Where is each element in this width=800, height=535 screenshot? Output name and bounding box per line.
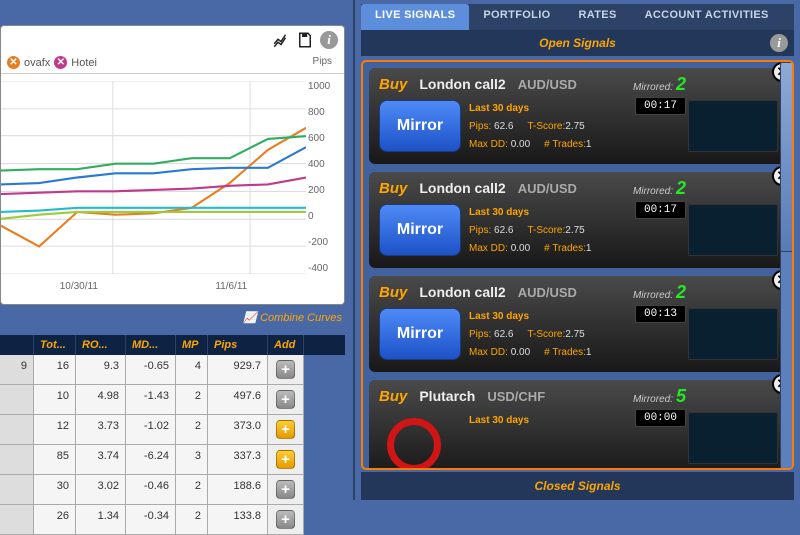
column-header[interactable] <box>0 335 34 355</box>
add-button[interactable]: + <box>276 390 295 409</box>
close-trader-icon[interactable]: ✕ <box>7 56 20 69</box>
signal-name: London call2 <box>419 284 505 300</box>
mirror-button[interactable]: Mirror <box>379 100 461 152</box>
signal-pair: AUD/USD <box>518 77 577 92</box>
signal-card: ✕BuyLondon call2AUD/USDMirrored:200:13Mi… <box>369 276 786 372</box>
signal-timer: 00:13 <box>635 305 686 323</box>
mirrored-label: Mirrored: <box>633 394 673 405</box>
signal-action: Buy <box>379 284 407 301</box>
close-trader-icon[interactable]: ✕ <box>54 56 67 69</box>
chart-type-icon[interactable] <box>272 31 290 49</box>
column-header[interactable]: Add <box>268 335 304 355</box>
add-button[interactable]: + <box>276 360 295 379</box>
signal-timer: 00:17 <box>635 97 686 115</box>
tab-rates[interactable]: RATES <box>565 4 631 30</box>
mini-chart <box>688 412 778 464</box>
table-row: 853.74-6.243337.3+ <box>0 445 345 475</box>
signal-name: London call2 <box>419 76 505 92</box>
signal-pair: AUD/USD <box>518 181 577 196</box>
info-icon[interactable]: i <box>770 34 788 52</box>
signal-timer: 00:00 <box>635 409 686 427</box>
yaxis-title: Pips <box>313 56 332 67</box>
signal-card: ✕BuyLondon call2AUD/USDMirrored:200:17Mi… <box>369 172 786 268</box>
signal-action: Buy <box>379 388 407 405</box>
mirrored-count: 5 <box>676 386 686 406</box>
open-signals-header: Open Signals i <box>361 30 794 56</box>
stop-icon[interactable] <box>387 418 441 470</box>
add-button[interactable]: + <box>276 450 295 469</box>
signal-action: Buy <box>379 180 407 197</box>
mirrored-count: 2 <box>676 178 686 198</box>
signal-pair: AUD/USD <box>518 285 577 300</box>
info-icon[interactable]: i <box>320 31 338 49</box>
signal-timer: 00:17 <box>635 201 686 219</box>
mirrored-count: 2 <box>676 74 686 94</box>
mirror-button[interactable]: Mirror <box>379 204 461 256</box>
signal-name: London call2 <box>419 180 505 196</box>
closed-signals-header[interactable]: Closed Signals <box>361 472 794 500</box>
signal-action: Buy <box>379 76 407 93</box>
mirror-button[interactable]: Mirror <box>379 308 461 360</box>
signal-stats: Last 30 daysPips: 62.6T-Score:2.75Max DD… <box>469 204 605 258</box>
signal-pair: USD/CHF <box>487 389 545 404</box>
mirrored-label: Mirrored: <box>633 290 673 301</box>
column-header[interactable]: MP <box>176 335 208 355</box>
line-chart <box>1 81 306 274</box>
signal-stats: Last 30 daysPips: 62.6T-Score:2.75Max DD… <box>469 308 605 362</box>
tab-live-signals[interactable]: LIVE SIGNALS <box>361 4 469 30</box>
tab-account-activities[interactable]: ACCOUNT ACTIVITIES <box>631 4 783 30</box>
column-header[interactable]: RO... <box>76 335 126 355</box>
trader-name: ovafx <box>24 57 50 69</box>
scrollbar-track[interactable] <box>780 62 794 468</box>
trader-legend: ✕ ovafx ✕ Hotei <box>1 56 344 74</box>
portfolio-grid: Tot...RO...MD...MPPipsAdd 9169.3-0.65492… <box>0 335 345 535</box>
tab-bar: LIVE SIGNALS PORTFOLIO RATES ACCOUNT ACT… <box>361 4 794 30</box>
mini-chart <box>688 100 778 152</box>
column-header[interactable]: Pips <box>208 335 268 355</box>
tab-portfolio[interactable]: PORTFOLIO <box>469 4 564 30</box>
signal-card: ✕BuyPlutarchUSD/CHFMirrored:500:00Last 3… <box>369 380 786 470</box>
table-row: 9169.3-0.654929.7+ <box>0 355 345 385</box>
combine-curves-button[interactable]: 📈 Combine Curves <box>243 311 342 324</box>
mirrored-count: 2 <box>676 282 686 302</box>
table-row: 261.34-0.342133.8+ <box>0 505 345 535</box>
table-row: 303.02-0.462188.6+ <box>0 475 345 505</box>
add-button[interactable]: + <box>276 510 295 529</box>
mirrored-label: Mirrored: <box>633 82 673 93</box>
column-header[interactable]: Tot... <box>34 335 76 355</box>
trader-name: Hotei <box>71 57 97 69</box>
mirrored-label: Mirrored: <box>633 186 673 197</box>
save-icon[interactable] <box>296 31 314 49</box>
table-row: 123.73-1.022373.0+ <box>0 415 345 445</box>
column-header[interactable]: MD... <box>126 335 176 355</box>
mini-chart <box>688 204 778 256</box>
performance-chart: i ✕ ovafx ✕ Hotei Pips 10008006004002000… <box>0 25 345 305</box>
signal-name: Plutarch <box>419 388 475 404</box>
signal-stats: Last 30 days <box>469 412 529 466</box>
add-button[interactable]: + <box>276 420 295 439</box>
open-signals-list: ✕BuyLondon call2AUD/USDMirrored:200:17Mi… <box>361 60 794 470</box>
signal-card: ✕BuyLondon call2AUD/USDMirrored:200:17Mi… <box>369 68 786 164</box>
mini-chart <box>688 308 778 360</box>
signal-stats: Last 30 daysPips: 62.6T-Score:2.75Max DD… <box>469 100 605 154</box>
scrollbar-thumb[interactable] <box>780 62 794 252</box>
add-button[interactable]: + <box>276 480 295 499</box>
table-row: 104.98-1.432497.6+ <box>0 385 345 415</box>
